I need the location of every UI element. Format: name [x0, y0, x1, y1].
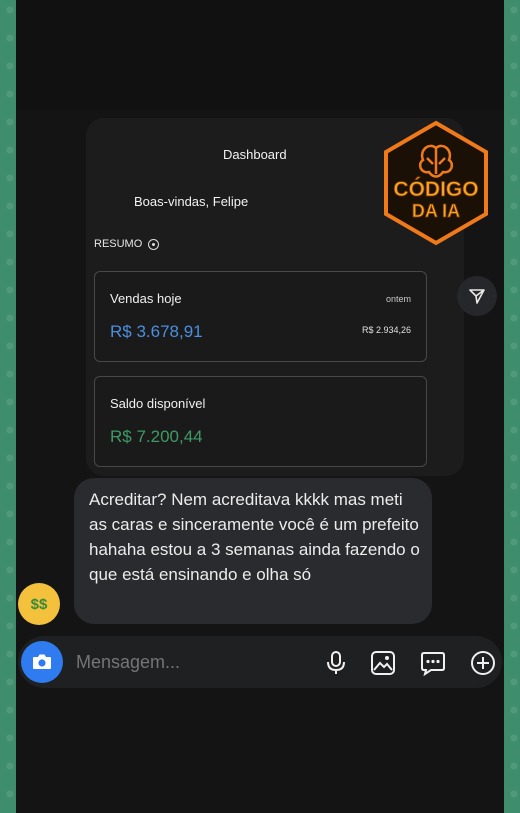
sales-card: Vendas hoje ontem R$ 3.678,91 R$ 2.934,2… — [94, 271, 427, 362]
message-bubble[interactable]: Acreditar? Nem acreditava kkkk mas meti … — [74, 478, 432, 624]
microphone-icon[interactable] — [322, 649, 350, 677]
message-input[interactable] — [74, 651, 298, 674]
balance-label: Saldo disponível — [110, 396, 206, 411]
header-area — [16, 0, 504, 110]
sticker-icon[interactable] — [419, 649, 447, 677]
summary-label-text: RESUMO — [94, 238, 143, 250]
message-text: Acreditar? Nem acreditava kkkk mas meti … — [89, 490, 420, 584]
dashboard-title: Dashboard — [223, 147, 287, 162]
welcome-text: Boas-vindas, Felipe — [134, 194, 249, 209]
send-icon — [469, 289, 485, 304]
logo-line1: CÓDIGO — [393, 177, 478, 201]
balance-value: R$ 7.200,44 — [110, 427, 203, 446]
sales-compare-label: ontem — [385, 294, 411, 304]
money-mouth-emoji-icon: $$ — [18, 583, 60, 625]
summary-label: RESUMO — [94, 238, 160, 250]
share-button[interactable] — [457, 276, 497, 316]
codigo-da-ia-logo: CÓDIGO DA IA — [384, 120, 488, 246]
camera-icon — [33, 654, 51, 669]
sales-compare-value: R$ 2.934,26 — [361, 325, 411, 335]
sales-value: R$ 3.678,91 — [110, 322, 203, 341]
add-icon[interactable] — [469, 649, 497, 677]
sales-label: Vendas hoje — [110, 291, 182, 306]
chat-screen: Dashboard Boas-vindas, Felipe RESUMO Ven… — [16, 0, 504, 813]
logo-line2: DA IA — [412, 201, 460, 221]
camera-button[interactable] — [21, 641, 63, 683]
balance-card: Saldo disponível R$ 7.200,44 — [94, 376, 427, 467]
message-composer — [18, 636, 502, 688]
eye-icon — [148, 238, 160, 250]
gallery-icon[interactable] — [369, 649, 397, 677]
